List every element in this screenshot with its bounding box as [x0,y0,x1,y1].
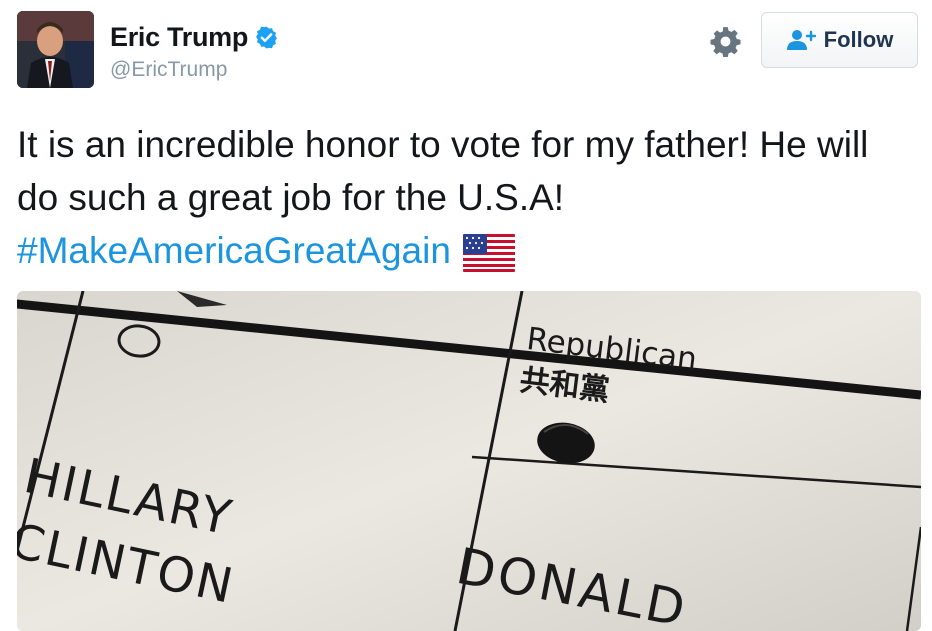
tweet-media-photo[interactable]: Republican 共和黨 HILLARY CLINTON DONALD [17,291,921,631]
hashtag-link[interactable]: #MakeAmericaGreatAgain [17,230,451,271]
add-user-icon [786,30,816,50]
avatar[interactable] [17,11,94,88]
user-handle[interactable]: @EricTrump [110,58,227,82]
follow-button-label: Follow [823,27,894,52]
user-name-row: Eric Trump [110,22,279,53]
tweet-text: It is an incredible honor to vote for my… [17,118,917,277]
display-name[interactable]: Eric Trump [110,22,248,53]
gear-icon[interactable] [709,25,742,58]
verified-badge-icon [256,26,277,49]
tweet-body: It is an incredible honor to vote for my… [17,124,869,218]
follow-button[interactable]: Follow [761,12,918,68]
us-flag-icon [462,234,515,273]
avatar-photo [17,11,94,88]
